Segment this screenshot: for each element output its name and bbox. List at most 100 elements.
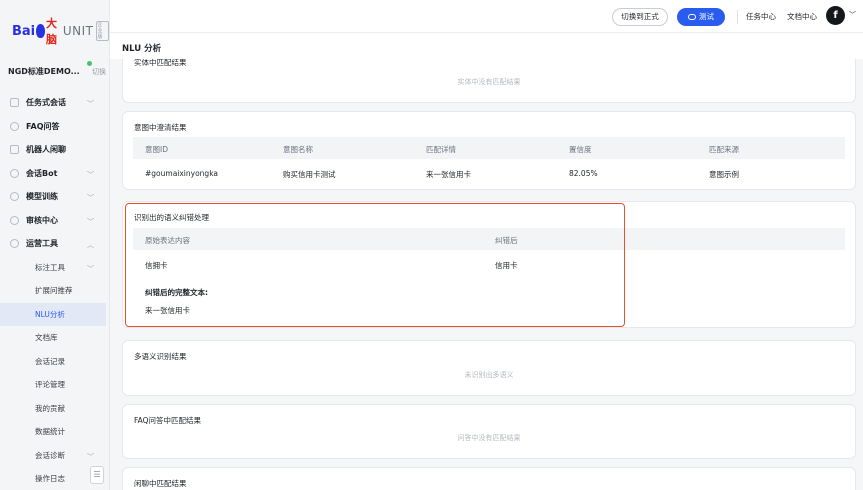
menu-item-chitchat[interactable]: 机器人闲聊 <box>0 138 106 162</box>
menu-item-faq[interactable]: FAQ问答 <box>0 115 106 139</box>
sub-item-label: 会话记录 <box>35 356 65 366</box>
main-content[interactable]: 实体中匹配结果 实体中没有匹配结果 意图中澄清结果 意图ID 意图名称 匹配详情… <box>122 59 856 490</box>
menu-item-label: 任务式会话 <box>26 98 66 108</box>
multi-semantic-card: 多语义识别结果 未识别出多语义 <box>122 340 856 396</box>
sub-item-label: 文档库 <box>35 333 58 343</box>
intent-result-card: 意图中澄清结果 意图ID 意图名称 匹配详情 置信度 匹配来源 #goumaix… <box>122 111 856 190</box>
logo-daxing: 大脑 <box>45 17 57 46</box>
chevron-down-icon: ﹀ <box>87 217 94 226</box>
project-switch-link[interactable]: 切换 <box>92 67 106 77</box>
column-header: 纠错后 <box>495 236 518 245</box>
column-header: 匹配详情 <box>426 145 456 154</box>
table-cell: 购买信用卡测试 <box>283 170 336 179</box>
sub-item-label: 会话诊断 <box>35 450 65 460</box>
sub-item-session-records[interactable]: 会话记录 <box>0 350 106 374</box>
task-center-link[interactable]: 任务中心 <box>746 11 776 22</box>
table-cell: 信拥卡 <box>145 261 168 270</box>
card-title: FAQ问答中匹配结果 <box>134 416 202 425</box>
chevron-down-icon: ﹀ <box>87 170 94 179</box>
chevron-down-icon: ﹀ <box>87 452 94 461</box>
column-header: 匹配来源 <box>709 145 739 154</box>
avatar[interactable]: f <box>826 6 845 25</box>
card-title: 实体中匹配结果 <box>134 59 187 67</box>
sub-item-comment-manage[interactable]: 评论管理 <box>0 373 106 397</box>
full-text-value: 来一张信用卡 <box>145 306 190 315</box>
menu-item-label: 模型训练 <box>26 192 58 202</box>
sub-item-question-recommend[interactable]: 扩展问推荐 <box>0 279 106 303</box>
shield-icon <box>10 215 19 225</box>
project-name: NGD标准DEMO... <box>8 67 80 76</box>
divider <box>737 10 738 24</box>
column-header: 意图名称 <box>283 145 313 154</box>
menu-item-label: 运营工具 <box>26 239 58 249</box>
sidebar: Bai 大脑 UNIT 企业版 NGD标准DEMO... 切换 任务式会话 ﹀ … <box>0 0 110 490</box>
sub-item-label: 操作日志 <box>35 474 65 484</box>
menu-item-label: 审核中心 <box>26 215 58 225</box>
menu-item-ops-tools[interactable]: 运营工具 ︿ <box>0 232 106 256</box>
switch-to-production-button[interactable]: 切换到正式 <box>612 8 668 26</box>
sub-item-statistics[interactable]: 数据统计 <box>0 420 106 444</box>
logo-bai: Bai <box>12 23 36 39</box>
doc-center-link[interactable]: 文档中心 <box>787 11 817 22</box>
entity-result-card: 实体中匹配结果 实体中没有匹配结果 <box>122 59 856 103</box>
menu-item-review-center[interactable]: 审核中心 ﹀ <box>0 209 106 233</box>
sub-item-nlu-analysis[interactable]: NLU分析 <box>0 302 106 326</box>
page-header: NLU 分析 <box>110 33 863 59</box>
table-cell: #goumaixinyongka <box>145 169 218 178</box>
column-header: 置信度 <box>569 145 592 154</box>
menu-item-label: 机器人闲聊 <box>26 145 66 155</box>
sub-item-my-contribution[interactable]: 我的贡献 <box>0 397 106 421</box>
project-selector[interactable]: NGD标准DEMO... 切换 <box>8 61 106 77</box>
sub-item-label: 我的贡献 <box>35 403 65 413</box>
empty-message: 问答中没有匹配结果 <box>457 434 521 442</box>
sub-item-label: 标注工具 <box>35 262 65 272</box>
card-title: 多语义识别结果 <box>134 352 187 361</box>
menu-item-label: 会话Bot <box>26 168 58 178</box>
sub-item-label: NLU分析 <box>35 309 65 319</box>
test-button-label: 测试 <box>699 12 714 21</box>
table-header: 意图ID 意图名称 匹配详情 置信度 匹配来源 <box>133 137 845 159</box>
sub-item-session-diagnosis[interactable]: 会话诊断 ﹀ <box>0 444 106 468</box>
table-cell: 意图示例 <box>709 170 739 179</box>
full-text-label: 纠错后的完整文本: <box>145 288 208 297</box>
sidebar-menu: 任务式会话 ﹀ FAQ问答 机器人闲聊 会话Bot ﹀ 模型训练 ﹀ 审核中心 … <box>0 91 106 490</box>
chat-bubble-icon <box>688 14 696 20</box>
paw-icon <box>36 24 45 38</box>
menu-item-label: FAQ问答 <box>26 121 60 131</box>
correction-result-card: 识别出的语义纠错处理 原始表达内容 纠错后 信拥卡 信用卡 纠错后的完整文本: … <box>122 201 856 328</box>
logo-unit: UNIT <box>62 24 94 38</box>
test-button[interactable]: 测试 <box>677 8 725 26</box>
sub-item-label: 评论管理 <box>35 380 65 390</box>
table-header: 原始表达内容 纠错后 <box>133 228 845 250</box>
chevron-down-icon: ﹀ <box>87 264 94 273</box>
faq-result-card: FAQ问答中匹配结果 问答中没有匹配结果 <box>122 404 856 459</box>
chat-robot-icon <box>10 145 19 155</box>
collapse-sidebar-icon[interactable]: ☰ <box>90 466 104 484</box>
empty-message: 未识别出多语义 <box>464 371 514 379</box>
table-cell: 信用卡 <box>495 261 518 270</box>
menu-item-bot[interactable]: 会话Bot ﹀ <box>0 162 106 186</box>
card-title: 闲聊中匹配结果 <box>134 479 187 488</box>
sub-item-label: 扩展问推荐 <box>35 286 73 296</box>
menu-item-task-dialog[interactable]: 任务式会话 ﹀ <box>0 91 106 115</box>
edition-badge: 企业版 <box>95 21 109 41</box>
chevron-down-icon: ﹀ <box>87 100 94 108</box>
chevron-down-icon[interactable]: ﹀ <box>849 10 856 20</box>
table-cell: 82.05% <box>569 169 598 178</box>
empty-message: 实体中没有匹配结果 <box>457 78 521 86</box>
top-bar: 切换到正式 测试 任务中心 文档中心 f ﹀ <box>110 0 863 33</box>
chevron-down-icon: ﹀ <box>87 194 94 202</box>
dialog-icon <box>10 98 19 108</box>
sub-item-label: 数据统计 <box>35 427 65 437</box>
sub-item-annotation[interactable]: 标注工具 ﹀ <box>0 256 106 280</box>
baidu-unit-logo[interactable]: Bai 大脑 UNIT 企业版 <box>12 17 109 46</box>
column-header: 意图ID <box>145 145 168 154</box>
sub-item-doc-library[interactable]: 文档库 <box>0 326 106 350</box>
menu-item-model-training[interactable]: 模型训练 ﹀ <box>0 185 106 209</box>
card-title: 识别出的语义纠错处理 <box>134 213 209 222</box>
chevron-up-icon: ︿ <box>87 241 94 249</box>
bot-icon <box>10 168 19 178</box>
tools-icon <box>10 239 19 249</box>
status-dot-icon <box>87 61 92 66</box>
chitchat-result-card: 闲聊中匹配结果 <box>122 467 856 490</box>
